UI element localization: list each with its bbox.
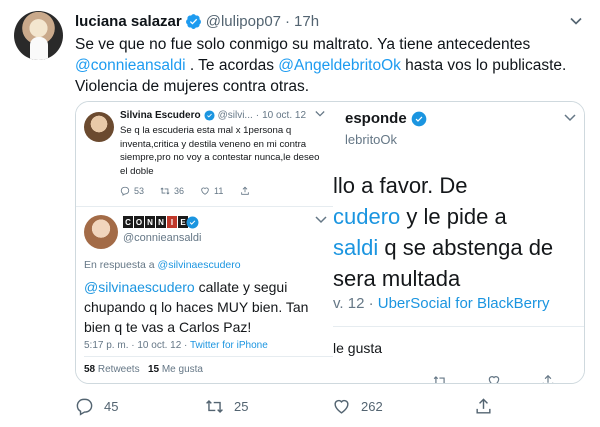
right-author-name: esponde <box>345 110 407 127</box>
like-count-value: 11 <box>214 186 224 196</box>
heart-icon <box>488 376 500 383</box>
body-mention: @silvinaescudero <box>84 279 195 295</box>
chevron-down-icon <box>315 111 325 117</box>
reply-button[interactable]: 45 <box>75 397 205 416</box>
silvina-name: Silvina Escudero <box>120 110 201 121</box>
client-link: Twitter for iPhone <box>189 340 268 351</box>
connie-stats: 58 Retweets 15 Me gusta <box>84 364 203 375</box>
badge-letter: N <box>145 216 155 228</box>
badge-letter: I <box>167 216 177 228</box>
badge-letter: O <box>134 216 144 228</box>
divider <box>76 206 333 207</box>
right-likes-label: le gusta <box>333 340 383 356</box>
verified-icon <box>411 111 427 126</box>
tweet: luciana salazar @lulipop07 · 17h Se ve q… <box>0 0 600 427</box>
silvina-header: Silvina Escudero @silvi... · 10 oct. 12 <box>120 110 306 121</box>
attached-image[interactable]: Silvina Escudero @silvi... · 10 oct. 12 … <box>75 101 585 384</box>
body-mention: saldi <box>333 235 379 260</box>
retweet-icon <box>160 187 170 195</box>
likes-count: 15 <box>147 364 160 375</box>
retweet-count: 36 <box>160 186 200 196</box>
header-separator: · <box>285 12 291 30</box>
chevron-down-icon <box>564 114 576 122</box>
like-button[interactable]: 262 <box>332 397 474 416</box>
tweet-header: luciana salazar @lulipop07 · 17h <box>75 11 319 31</box>
reply-count-value: 53 <box>134 186 145 196</box>
divider <box>333 326 584 327</box>
verified-icon <box>185 13 201 29</box>
tweet-text-part: . Te acordas <box>185 57 279 74</box>
like-count: 11 <box>200 186 240 196</box>
connie-name-badge: C O N N I E <box>123 216 188 228</box>
retweet-count: 25 <box>234 398 249 414</box>
retweet-count-value: 36 <box>174 186 185 196</box>
right-tweet-time: v. 12 · UberSocial for BlackBerry <box>333 295 549 312</box>
time-text: 5:17 p. m. · 10 oct. 12 · <box>84 340 190 351</box>
share-icon <box>542 374 554 383</box>
silvina-handle: @silvi... <box>217 110 253 121</box>
reply-count: 53 <box>120 186 160 196</box>
heart-icon <box>201 187 209 195</box>
right-handle: lebritoOk <box>345 132 398 147</box>
body-text: q se abstenga de <box>378 235 554 260</box>
verified-icon <box>186 216 199 229</box>
share-icon <box>476 397 491 414</box>
heart-icon <box>334 399 349 414</box>
retweets-count: 58 <box>84 364 96 375</box>
reply-prefix: En respuesta a <box>84 259 158 271</box>
badge-letter: N <box>156 216 166 228</box>
tweet-text: Se ve que no fue solo conmigo su maltrat… <box>75 34 585 97</box>
right-author: esponde <box>345 110 427 127</box>
reply-to-mention: @silvinaescudero <box>157 259 241 271</box>
silvina-avatar <box>84 112 114 142</box>
reply-count: 45 <box>104 398 119 414</box>
chevron-down-icon[interactable] <box>566 11 586 31</box>
retweet-button[interactable]: 25 <box>205 397 332 416</box>
mention-link[interactable]: @AngeldebritoOk <box>278 57 401 74</box>
connie-tweet-body: @silvinaescudero callate y segui chupand… <box>84 277 329 337</box>
silvina-tweet-body: Se q la escuderia esta mal x 1persona q … <box>120 125 320 177</box>
connie-avatar <box>84 215 118 249</box>
mention-link[interactable]: @connieansaldi <box>75 57 186 74</box>
author-avatar[interactable] <box>14 11 63 60</box>
silvina-separator: · <box>255 110 260 121</box>
tweet-time[interactable]: 17h <box>294 13 319 30</box>
retweet-icon <box>433 376 446 383</box>
author-handle[interactable]: @lulipop07 <box>206 13 281 30</box>
reply-icon <box>120 186 130 196</box>
body-line: saldi q se abstenga de <box>333 232 584 263</box>
right-actions <box>433 374 583 383</box>
connie-tweet-time: 5:17 p. m. · 10 oct. 12 · Twitter for iP… <box>84 340 268 351</box>
verified-icon <box>204 110 215 121</box>
body-line: llo a favor. De <box>333 173 468 198</box>
retweet-icon <box>206 399 223 413</box>
reply-context: En respuesta a @silvinaescudero <box>84 259 241 271</box>
badge-letter: C <box>123 216 133 228</box>
share-icon <box>241 186 249 195</box>
author-name[interactable]: luciana salazar <box>75 13 182 30</box>
reply-icon <box>76 398 93 416</box>
right-tweet-body: llo a favor. De cudero y le pide a saldi… <box>333 170 584 294</box>
silvina-date: 10 oct. 12 <box>262 110 307 121</box>
share-action <box>240 186 280 196</box>
retweets-label: Retweets <box>95 364 140 375</box>
divider <box>84 356 333 357</box>
tweet-text-part: Se ve que no fue solo conmigo su maltrat… <box>75 36 531 53</box>
screenshot-right: esponde lebritoOk llo a favor. De cudero… <box>333 102 584 383</box>
tweet-actions: 45 25 262 <box>75 396 515 416</box>
time-text: v. 12 · <box>333 295 378 312</box>
share-button[interactable] <box>474 397 493 416</box>
body-text: y le pide a <box>400 204 507 229</box>
body-line: sera multada <box>333 266 461 291</box>
silvina-actions: 53 36 11 <box>120 186 320 196</box>
body-mention: cudero <box>333 204 401 229</box>
connie-handle: @connieansaldi <box>123 232 202 244</box>
body-line: cudero y le pide a <box>333 201 584 232</box>
client-link: UberSocial for BlackBerry <box>377 295 550 312</box>
likes-label: Me gusta <box>159 364 203 375</box>
screenshot-left: Silvina Escudero @silvi... · 10 oct. 12 … <box>76 102 333 383</box>
like-count: 262 <box>361 398 383 414</box>
chevron-down-icon <box>315 216 327 224</box>
